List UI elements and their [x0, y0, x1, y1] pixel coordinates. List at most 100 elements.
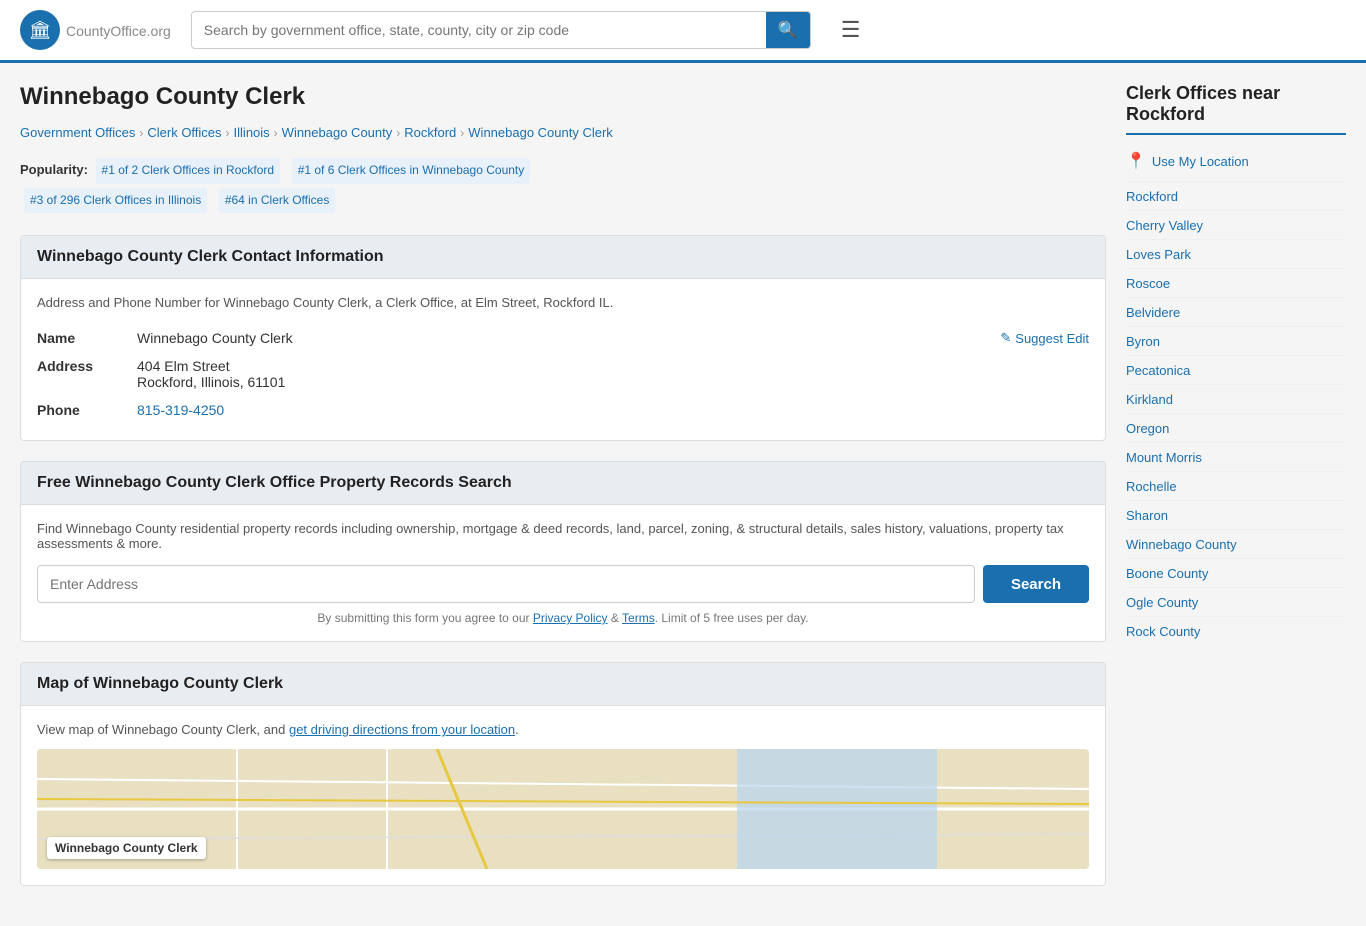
sidebar-item-roscoe: Roscoe — [1126, 268, 1346, 297]
sidebar-link-sharon[interactable]: Sharon — [1126, 508, 1168, 523]
sidebar-link-cherry-valley[interactable]: Cherry Valley — [1126, 218, 1203, 233]
popularity-badge-3: #3 of 296 Clerk Offices in Illinois — [24, 188, 207, 214]
sidebar-item-rockford: Rockford — [1126, 181, 1346, 210]
sidebar-link-mount-morris[interactable]: Mount Morris — [1126, 450, 1202, 465]
use-my-location-link[interactable]: 📍 Use My Location — [1126, 151, 1346, 171]
breadcrumb-sep-2: › — [226, 126, 230, 140]
phone-link[interactable]: 815-319-4250 — [137, 402, 224, 418]
breadcrumb-link-current[interactable]: Winnebago County Clerk — [468, 125, 613, 140]
header-search-container: 🔍 — [191, 11, 811, 49]
popularity-badge-2: #1 of 6 Clerk Offices in Winnebago Count… — [292, 158, 531, 184]
sidebar-item-ogle-county: Ogle County — [1126, 587, 1346, 616]
sidebar-list: Rockford Cherry Valley Loves Park Roscoe… — [1126, 181, 1346, 645]
sidebar-link-rock-county[interactable]: Rock County — [1126, 624, 1200, 639]
sidebar-item-cherry-valley: Cherry Valley — [1126, 210, 1346, 239]
address-value: 404 Elm Street Rockford, Illinois, 61101 — [137, 352, 1089, 396]
sidebar-item-mount-morris: Mount Morris — [1126, 442, 1346, 471]
terms-link[interactable]: Terms — [622, 611, 655, 625]
property-section-header: Free Winnebago County Clerk Office Prope… — [21, 462, 1105, 505]
contact-section: Winnebago County Clerk Contact Informati… — [20, 235, 1106, 441]
sidebar-item-belvidere: Belvidere — [1126, 297, 1346, 326]
contact-phone-row: Phone 815-319-4250 — [37, 396, 1089, 424]
property-description: Find Winnebago County residential proper… — [37, 521, 1089, 551]
sidebar-link-belvidere[interactable]: Belvidere — [1126, 305, 1180, 320]
sidebar-item-rochelle: Rochelle — [1126, 471, 1346, 500]
popularity-badge-1: #1 of 2 Clerk Offices in Rockford — [96, 158, 281, 184]
suggest-edit-link[interactable]: ✎ Suggest Edit — [1000, 330, 1089, 346]
breadcrumb-link-rockford[interactable]: Rockford — [404, 125, 456, 140]
map-placeholder[interactable]: Winnebago County Clerk — [37, 749, 1089, 869]
privacy-policy-link[interactable]: Privacy Policy — [533, 611, 608, 625]
map-section-header: Map of Winnebago County Clerk — [21, 663, 1105, 706]
location-pin-icon: 📍 — [1126, 151, 1146, 171]
sidebar-item-byron: Byron — [1126, 326, 1346, 355]
phone-value: 815-319-4250 — [137, 396, 1089, 424]
property-section: Free Winnebago County Clerk Office Prope… — [20, 461, 1106, 642]
name-label: Name — [37, 324, 137, 352]
sidebar-item-pecatonica: Pecatonica — [1126, 355, 1346, 384]
logo[interactable]: 🏛 CountyOffice.org — [20, 10, 171, 50]
sidebar-link-boone-county[interactable]: Boone County — [1126, 566, 1208, 581]
breadcrumb-link-govt[interactable]: Government Offices — [20, 125, 135, 140]
sidebar-item-sharon: Sharon — [1126, 500, 1346, 529]
edit-icon: ✎ — [1000, 330, 1011, 346]
breadcrumb-link-winnebago[interactable]: Winnebago County — [282, 125, 393, 140]
map-section-body: View map of Winnebago County Clerk, and … — [21, 706, 1105, 885]
header: 🏛 CountyOffice.org 🔍 ☰ — [0, 0, 1366, 63]
contact-info-table: Name Winnebago County Clerk ✎ Suggest Ed… — [37, 324, 1089, 424]
sidebar-title: Clerk Offices near Rockford — [1126, 83, 1346, 135]
name-value: Winnebago County Clerk ✎ Suggest Edit — [137, 324, 1089, 352]
sidebar-link-oregon[interactable]: Oregon — [1126, 421, 1169, 436]
address-label: Address — [37, 352, 137, 396]
page-title: Winnebago County Clerk — [20, 83, 1106, 111]
breadcrumb-link-clerk[interactable]: Clerk Offices — [147, 125, 221, 140]
privacy-note: By submitting this form you agree to our… — [37, 611, 1089, 625]
sidebar-link-rochelle[interactable]: Rochelle — [1126, 479, 1177, 494]
breadcrumb-link-illinois[interactable]: Illinois — [234, 125, 270, 140]
header-search-button[interactable]: 🔍 — [766, 12, 810, 48]
sidebar-link-pecatonica[interactable]: Pecatonica — [1126, 363, 1190, 378]
sidebar-item-boone-county: Boone County — [1126, 558, 1346, 587]
sidebar-link-loves-park[interactable]: Loves Park — [1126, 247, 1191, 262]
sidebar-item-rock-county: Rock County — [1126, 616, 1346, 645]
phone-label: Phone — [37, 396, 137, 424]
property-search-button[interactable]: Search — [983, 565, 1089, 603]
sidebar-link-winnebago-county[interactable]: Winnebago County — [1126, 537, 1237, 552]
breadcrumb: Government Offices › Clerk Offices › Ill… — [20, 125, 1106, 140]
main-container: Winnebago County Clerk Government Office… — [0, 63, 1366, 926]
breadcrumb-sep-1: › — [139, 126, 143, 140]
sidebar-link-rockford[interactable]: Rockford — [1126, 189, 1178, 204]
sidebar-item-kirkland: Kirkland — [1126, 384, 1346, 413]
contact-section-body: Address and Phone Number for Winnebago C… — [21, 279, 1105, 440]
sidebar-item-winnebago-county: Winnebago County — [1126, 529, 1346, 558]
property-section-body: Find Winnebago County residential proper… — [21, 505, 1105, 641]
logo-text: CountyOffice.org — [66, 20, 171, 41]
breadcrumb-sep-4: › — [396, 126, 400, 140]
address-search-input[interactable] — [37, 565, 975, 603]
sidebar-link-byron[interactable]: Byron — [1126, 334, 1160, 349]
contact-section-header: Winnebago County Clerk Contact Informati… — [21, 236, 1105, 279]
sidebar-link-ogle-county[interactable]: Ogle County — [1126, 595, 1198, 610]
contact-description: Address and Phone Number for Winnebago C… — [37, 295, 1089, 310]
menu-icon[interactable]: ☰ — [841, 17, 861, 43]
logo-icon: 🏛 — [20, 10, 60, 50]
search-icon: 🔍 — [778, 22, 798, 39]
breadcrumb-sep-5: › — [460, 126, 464, 140]
sidebar-item-oregon: Oregon — [1126, 413, 1346, 442]
directions-link[interactable]: get driving directions from your locatio… — [289, 722, 515, 737]
address-search-row: Search — [37, 565, 1089, 603]
content-area: Winnebago County Clerk Government Office… — [20, 83, 1106, 906]
contact-name-row: Name Winnebago County Clerk ✎ Suggest Ed… — [37, 324, 1089, 352]
sidebar: Clerk Offices near Rockford 📍 Use My Loc… — [1126, 83, 1346, 906]
sidebar-item-loves-park: Loves Park — [1126, 239, 1346, 268]
sidebar-link-kirkland[interactable]: Kirkland — [1126, 392, 1173, 407]
sidebar-link-roscoe[interactable]: Roscoe — [1126, 276, 1170, 291]
popularity-badge-4: #64 in Clerk Offices — [219, 188, 336, 214]
contact-address-row: Address 404 Elm Street Rockford, Illinoi… — [37, 352, 1089, 396]
breadcrumb-sep-3: › — [274, 126, 278, 140]
map-section: Map of Winnebago County Clerk View map o… — [20, 662, 1106, 886]
map-description: View map of Winnebago County Clerk, and … — [37, 722, 1089, 737]
popularity-label: Popularity: — [20, 162, 88, 177]
map-label: Winnebago County Clerk — [47, 837, 206, 859]
header-search-input[interactable] — [192, 14, 766, 46]
